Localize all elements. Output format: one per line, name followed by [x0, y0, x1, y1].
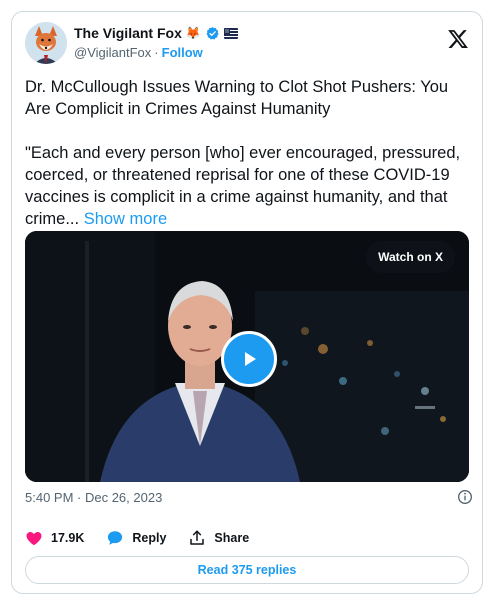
read-replies-button[interactable]: Read 375 replies: [25, 556, 469, 584]
watch-on-x-button[interactable]: Watch on X: [366, 241, 455, 273]
author-handle-row: @VigilantFox · Follow: [74, 45, 203, 60]
heart-icon: [26, 532, 42, 546]
handle-separator: ·: [154, 45, 159, 60]
tweet-timestamp[interactable]: 5:40 PM · Dec 26, 2023: [25, 490, 162, 505]
reply-button[interactable]: Reply: [106, 529, 166, 547]
verified-icon: [206, 26, 219, 39]
play-icon: [245, 352, 256, 366]
avatar[interactable]: [25, 22, 67, 64]
fox-emoji: 🦊: [185, 26, 201, 40]
show-more-link[interactable]: Show more: [84, 210, 167, 228]
like-button[interactable]: 17.9K: [25, 529, 84, 547]
tweet-card: The Vigilant Fox 🦊 @VigilantFox · Follow…: [11, 11, 483, 594]
reply-label: Reply: [132, 531, 167, 545]
like-count: 17.9K: [51, 531, 85, 545]
tweet-text: Dr. McCullough Issues Warning to Clot Sh…: [25, 76, 475, 230]
x-logo-icon[interactable]: [447, 28, 469, 50]
reply-icon: [108, 531, 123, 545]
tweet-headline: Dr. McCullough Issues Warning to Clot Sh…: [25, 78, 449, 118]
author-display-name[interactable]: The Vigilant Fox: [74, 25, 182, 41]
share-icon: [190, 530, 205, 545]
action-bar: 17.9K Reply Share: [25, 529, 271, 547]
follow-button[interactable]: Follow: [162, 45, 203, 60]
author-name-row: The Vigilant Fox 🦊: [74, 25, 238, 41]
play-button[interactable]: [221, 331, 277, 387]
flag-icon: [223, 27, 238, 39]
video-player[interactable]: Watch on X: [25, 231, 469, 482]
share-button[interactable]: Share: [188, 529, 249, 547]
timestamp-row: 5:40 PM · Dec 26, 2023: [25, 490, 473, 505]
info-icon[interactable]: [457, 489, 473, 505]
author-handle[interactable]: @VigilantFox: [74, 45, 151, 60]
share-label: Share: [214, 531, 250, 545]
